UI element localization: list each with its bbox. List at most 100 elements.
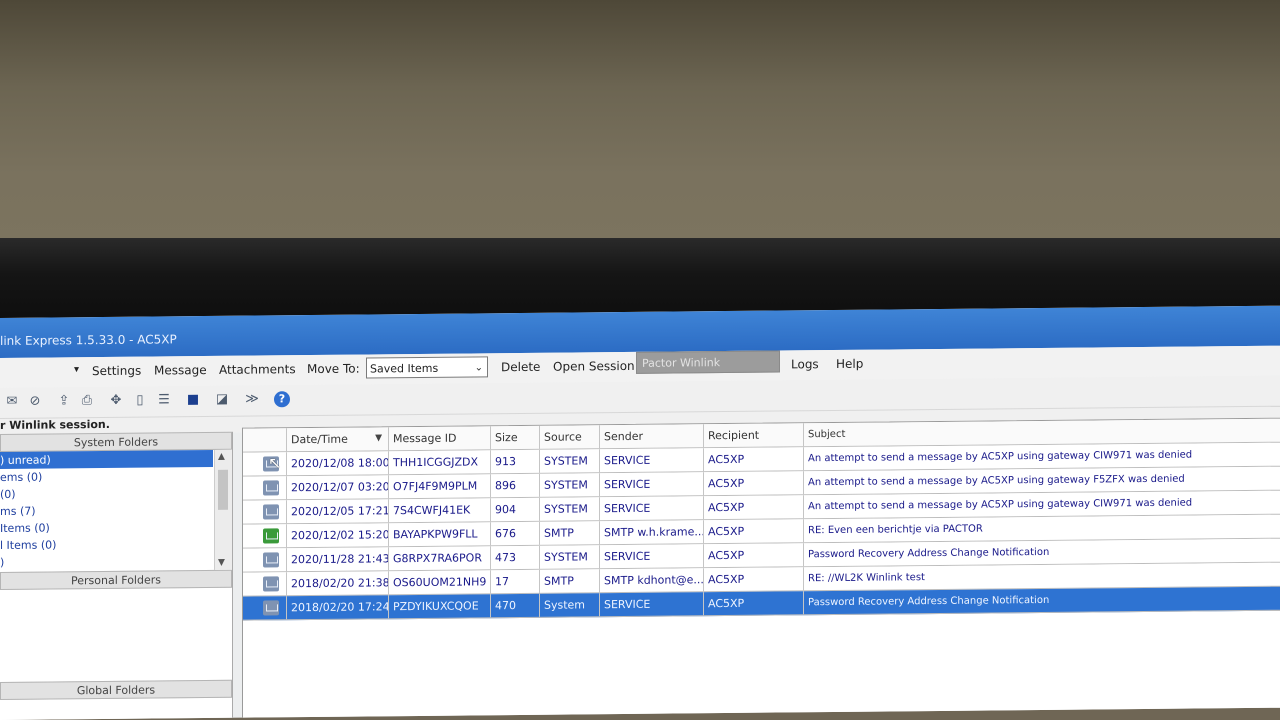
cell-date: 2018/02/20 17:24 xyxy=(287,595,389,620)
header-size[interactable]: Size xyxy=(491,425,540,450)
cell-message-id: BAYAPKPW9FLL xyxy=(389,522,491,547)
envelope-icon xyxy=(263,480,279,496)
header-message-id[interactable]: Message ID xyxy=(389,426,491,451)
envelope-icon xyxy=(263,576,279,592)
open-session-label: Open Session: xyxy=(553,358,639,374)
cell-size: 470 xyxy=(491,593,540,618)
session-select[interactable]: Pactor Winlink xyxy=(636,350,780,374)
envelope-icon xyxy=(263,552,279,568)
cell-source: SYSTEM xyxy=(540,473,600,497)
cell-date: 2020/12/07 03:20 xyxy=(287,475,389,500)
cell-sender: SERVICE xyxy=(600,592,704,617)
cell-date: 2020/11/28 21:43 xyxy=(287,547,389,572)
global-folders-header[interactable]: Global Folders xyxy=(0,679,232,700)
cell-subject: Password Recovery Address Change Notific… xyxy=(808,546,1050,561)
header-icon-col xyxy=(243,428,287,452)
cell-date: 2018/02/20 21:38 xyxy=(287,571,389,596)
cell-message-id: 7S4CWFJ41EK xyxy=(389,498,491,523)
header-date[interactable]: Date/Time ▼ xyxy=(287,427,389,452)
system-folder-list: ) unread) ems (0) (0) ms (7) Items (0) l… xyxy=(0,449,232,572)
save-icon[interactable]: ■ xyxy=(185,392,201,408)
scroll-down-icon[interactable]: ▼ xyxy=(218,558,225,568)
header-subject[interactable]: Subject xyxy=(804,419,1280,447)
cell-message-id: PZDYIKUXCQOE xyxy=(389,594,491,619)
cell-source: SYSTEM xyxy=(540,545,600,569)
row-icon-cell xyxy=(243,524,287,548)
cell-size: 17 xyxy=(491,569,540,594)
menu-attachments[interactable]: Attachments xyxy=(219,362,296,377)
delete-button[interactable]: Delete xyxy=(501,360,540,374)
cell-message-id: OS60UOM21NH9 xyxy=(389,570,491,595)
app-window: link Express 1.5.33.0 - AC5XP ▾ Settings… xyxy=(0,305,1280,720)
menu-message[interactable]: Message xyxy=(154,363,207,378)
move-to-select[interactable]: Saved Items ⌄ xyxy=(366,356,488,379)
cell-sender: SERVICE xyxy=(600,496,704,521)
row-icon-cell xyxy=(243,500,287,524)
cell-source: SMTP xyxy=(540,569,600,593)
mail-icon[interactable]: ✉ xyxy=(4,394,20,410)
cell-sender: SERVICE xyxy=(600,472,704,497)
row-icon-cell xyxy=(243,476,287,500)
session-value: Pactor Winlink xyxy=(642,356,721,370)
move-to-label: Move To: xyxy=(307,361,360,377)
cell-subject: RE: //WL2K Winlink test xyxy=(808,572,925,585)
print-icon[interactable]: ⎙ xyxy=(79,393,95,409)
cell-subject: RE: Even een berichtje via PACTOR xyxy=(808,523,983,537)
cell-recipient: AC5XP xyxy=(704,447,804,472)
print-preview-icon[interactable]: ◪ xyxy=(214,392,230,408)
folder-item[interactable]: ) xyxy=(0,552,232,571)
menu-logs[interactable]: Logs xyxy=(791,357,819,371)
cell-sender: SMTP kdhont@e... xyxy=(600,568,704,593)
cell-sender: SERVICE xyxy=(600,544,704,569)
cell-recipient: AC5XP xyxy=(704,471,804,496)
move-icon[interactable]: ✥ xyxy=(108,393,124,409)
cell-subject: Password Recovery Address Change Notific… xyxy=(808,594,1050,609)
cell-sender: SERVICE xyxy=(600,448,704,473)
cell-recipient: AC5XP xyxy=(704,543,804,568)
folder-scrollbar[interactable]: ▲ ▼ xyxy=(214,449,232,570)
menu-help[interactable]: Help xyxy=(836,357,863,371)
cell-size: 896 xyxy=(491,473,540,498)
envelope-green-icon xyxy=(263,528,279,544)
folder-item[interactable]: ) unread) xyxy=(0,449,213,469)
wall-background xyxy=(0,0,1280,250)
menu-dropdown-marker[interactable]: ▾ xyxy=(74,364,79,375)
sort-icon[interactable]: ☰ xyxy=(156,392,172,408)
cell-date: 2020/12/02 15:20 xyxy=(287,523,389,548)
header-recipient[interactable]: Recipient xyxy=(704,423,804,448)
row-icon-cell xyxy=(243,596,287,620)
row-icon-cell xyxy=(243,572,287,596)
help-icon[interactable]: ? xyxy=(274,391,290,408)
sort-desc-icon: ▼ xyxy=(375,433,382,444)
row-icon-cell xyxy=(243,548,287,572)
cell-subject: An attempt to send a message by AC5XP us… xyxy=(808,449,1193,465)
trash-icon[interactable]: ▯ xyxy=(132,393,148,409)
cell-message-id: THH1ICGGJZDX xyxy=(389,450,491,475)
cell-message-id: O7FJ4F9M9PLM xyxy=(389,474,491,499)
personal-folder-list xyxy=(0,588,232,682)
mouse-cursor-icon: ↖ xyxy=(268,453,282,473)
envelope-icon xyxy=(263,600,279,616)
header-sender[interactable]: Sender xyxy=(600,424,704,449)
folder-pane: System Folders ) unread) ems (0) (0) ms … xyxy=(0,431,233,720)
cell-subject: An attempt to send a message by AC5XP us… xyxy=(808,497,1193,513)
system-folders-header: System Folders xyxy=(0,431,232,452)
cell-size: 473 xyxy=(491,545,540,570)
scroll-thumb[interactable] xyxy=(218,469,228,510)
header-source[interactable]: Source xyxy=(540,425,600,449)
scroll-up-icon[interactable]: ▲ xyxy=(218,452,225,462)
window-title: link Express 1.5.33.0 - AC5XP xyxy=(0,332,177,348)
cell-message-id: G8RPX7RA6POR xyxy=(389,546,491,571)
forward-icon[interactable]: ≫ xyxy=(244,392,260,408)
cell-size: 676 xyxy=(491,521,540,546)
export-icon[interactable]: ⇪ xyxy=(56,393,72,409)
cell-size: 904 xyxy=(491,497,540,522)
chevron-down-icon: ⌄ xyxy=(474,362,483,374)
cell-date: 2020/12/05 17:21 xyxy=(287,499,389,524)
message-table: Date/Time ▼ Message ID Size Source Sender… xyxy=(242,417,1280,720)
personal-folders-header[interactable]: Personal Folders xyxy=(0,569,232,590)
cell-recipient: AC5XP xyxy=(704,519,804,544)
menu-settings[interactable]: Settings xyxy=(92,364,141,378)
cell-source: SMTP xyxy=(540,521,600,545)
mail-check-icon[interactable]: ⊘ xyxy=(27,394,43,410)
